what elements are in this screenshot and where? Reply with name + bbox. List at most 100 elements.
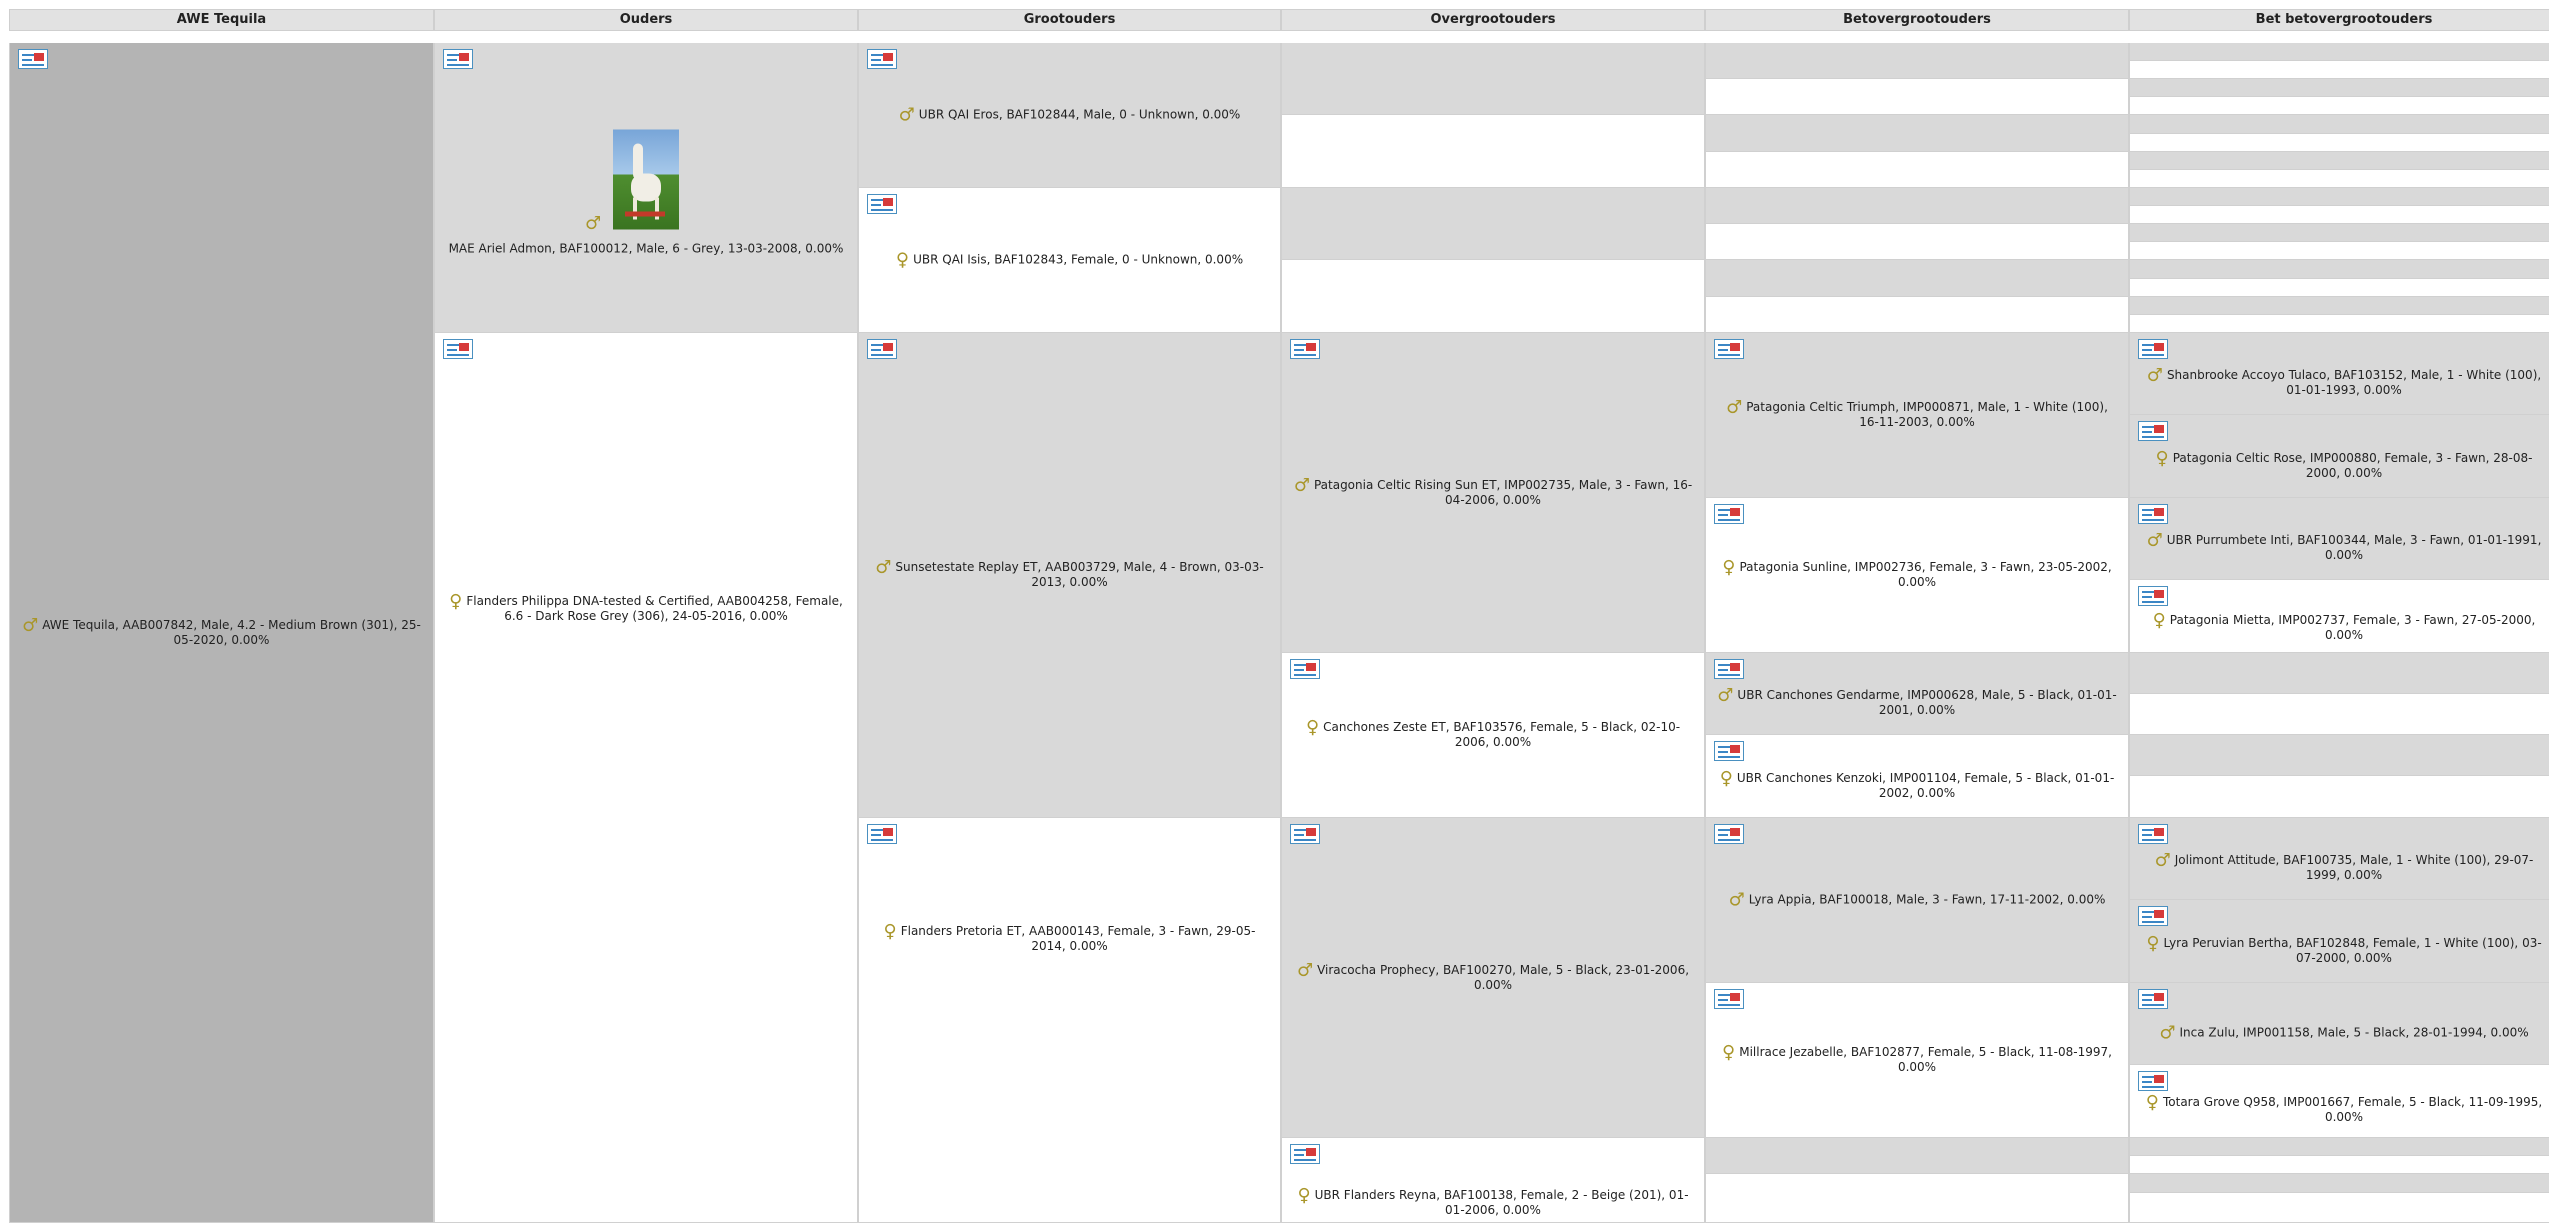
profile-card-icon[interactable] [18,49,48,69]
animal-label[interactable]: ♀ UBR Canchones Kenzoki, IMP001104, Femal… [1716,769,2118,801]
male-icon: ♂ [875,557,892,578]
animal-label[interactable]: ♂ Lyra Appia, BAF100018, Male, 3 - Fawn, … [1716,891,2118,909]
profile-card-icon[interactable] [1714,504,1744,524]
male-icon: ♂ [1296,959,1314,981]
animal-label[interactable]: MAE Ariel Admon, BAF100012, Male, 6 - Gr… [445,129,847,257]
pedigree-cell-ggp5: ♂ Patagonia Celtic Rising Sun ET, IMP0027… [1281,333,1705,653]
animal-label[interactable]: ♀ Canchones Zeste ET, BAF103576, Female, … [1292,717,1694,750]
animal-label[interactable]: ♂ Sunsetestate Replay ET, AAB003729, Male… [869,557,1270,590]
pedigree-cell-empty [2129,188,2549,206]
pedigree-cell-empty [2129,735,2549,776]
pedigree-cell-gggp10: ♀ Patagonia Sunline, IMP002736, Female, 3… [1705,498,2129,653]
female-icon: ♀ [1305,717,1320,738]
profile-card-icon[interactable] [867,49,897,69]
pedigree-cell-empty [2129,260,2549,279]
column-header-ggg-grandparents: Bet betovergrootouders [2129,9,2549,31]
profile-card-icon[interactable] [2138,339,2168,359]
animal-label[interactable]: ♂ UBR Canchones Gendarme, IMP000628, Male… [1716,685,2118,718]
animal-label[interactable]: ♀ Patagonia Mietta, IMP002737, Female, 3 … [2140,609,2548,643]
profile-card-icon[interactable] [1290,824,1320,844]
profile-card-icon[interactable] [1714,824,1744,844]
pedigree-cell-empty [1281,188,1705,260]
animal-label[interactable]: ♀ Lyra Peruvian Bertha, BAF102848, Female… [2140,932,2548,966]
pedigree-cell-gp1: ♂ UBR QAI Eros, BAF102844, Male, 0 - Unkn… [858,43,1281,188]
female-icon: ♀ [1722,557,1736,578]
animal-label[interactable]: ♂ AWE Tequila, AAB007842, Male, 4.2 - Med… [20,616,423,648]
female-icon: ♀ [2152,609,2166,631]
pedigree-cell-gp3: ♂ Sunsetestate Replay ET, AAB003729, Male… [858,333,1281,818]
column-header-self: AWE Tequila [9,9,434,31]
profile-card-icon[interactable] [2138,1071,2168,1091]
column-header-parents: Ouders [434,9,858,31]
alpaca-photo[interactable] [613,129,679,230]
pedigree-cell-empty [1281,43,1705,115]
profile-card-icon[interactable] [2138,906,2168,926]
pedigree-cell-empty [2129,1138,2549,1156]
male-icon: ♂ [2146,365,2163,387]
pedigree-cell-self: ♂ AWE Tequila, AAB007842, Male, 4.2 - Med… [9,43,434,1223]
pedigree-cell-empty [2129,79,2549,97]
pedigree-cell-g5-7: ♂ Inca Zulu, IMP001158, Male, 5 - Black, … [2129,983,2549,1065]
animal-label[interactable]: ♂ Patagonia Celtic Triumph, IMP000871, Ma… [1716,397,2118,430]
profile-card-icon[interactable] [867,194,897,214]
animal-label[interactable]: ♀ Patagonia Sunline, IMP002736, Female, 3… [1716,557,2118,590]
animal-label[interactable]: ♀ Flanders Philippa DNA-tested & Certifie… [445,590,847,624]
pedigree-cell-ggp8: ♀ UBR Flanders Reyna, BAF100138, Female, … [1281,1138,1705,1223]
animal-label[interactable]: ♂ Inca Zulu, IMP001158, Male, 5 - Black, … [2140,1024,2548,1042]
female-icon: ♀ [883,921,897,943]
animal-label[interactable]: ♀ UBR Flanders Reyna, BAF100138, Female, … [1292,1185,1694,1218]
animal-label[interactable]: ♂ UBR Purrumbete Inti, BAF100344, Male, 3… [2140,532,2548,563]
male-icon: ♂ [1717,685,1734,707]
pedigree-cell-empty [2129,224,2549,242]
profile-card-icon[interactable] [1290,659,1320,679]
profile-card-icon[interactable] [2138,824,2168,844]
profile-card-icon[interactable] [1290,1144,1320,1164]
profile-card-icon[interactable] [1714,339,1744,359]
pedigree-cell-g5-3: ♂ UBR Purrumbete Inti, BAF100344, Male, 3… [2129,498,2549,580]
pedigree-cell-empty [1705,115,2129,152]
animal-label[interactable]: ♀ UBR QAI Isis, BAF102843, Female, 0 - Un… [869,249,1270,271]
profile-card-icon[interactable] [2138,989,2168,1009]
pedigree-cell-g5-4: ♀ Patagonia Mietta, IMP002737, Female, 3 … [2129,580,2549,653]
profile-card-icon[interactable] [443,49,473,69]
animal-label[interactable]: ♀ Patagonia Celtic Rose, IMP000880, Femal… [2140,449,2548,481]
pedigree-cell-empty [1705,297,2129,333]
profile-card-icon[interactable] [867,339,897,359]
male-icon: ♂ [1726,397,1743,418]
animal-label[interactable]: ♂ UBR QAI Eros, BAF102844, Male, 0 - Unkn… [869,104,1270,126]
female-icon: ♀ [2146,932,2160,954]
profile-card-icon[interactable] [1714,989,1744,1009]
female-icon: ♀ [449,590,463,612]
column-header-great-grandparents: Overgrootouders [1281,9,1705,31]
animal-label[interactable]: ♂ Patagonia Celtic Rising Sun ET, IMP0027… [1292,476,1694,508]
female-icon: ♀ [895,249,910,271]
animal-label[interactable]: ♀ Millrace Jezabelle, BAF102877, Female, … [1716,1044,2118,1075]
profile-card-icon[interactable] [443,339,473,359]
profile-card-icon[interactable] [867,824,897,844]
profile-card-icon[interactable] [1714,659,1744,679]
pedigree-cell-gggp14: ♀ Millrace Jezabelle, BAF102877, Female, … [1705,983,2129,1138]
profile-card-icon[interactable] [1714,741,1744,761]
profile-card-icon[interactable] [2138,504,2168,524]
animal-label[interactable]: ♀ Totara Grove Q958, IMP001667, Female, 5… [2140,1093,2548,1125]
pedigree-cell-empty [1705,260,2129,297]
pedigree-cell-empty [2129,134,2549,152]
pedigree-cell-empty [2129,152,2549,170]
pedigree-cell-gp4: ♀ Flanders Pretoria ET, AAB000143, Female… [858,818,1281,1223]
animal-label[interactable]: ♀ Flanders Pretoria ET, AAB000143, Female… [869,921,1270,954]
column-header-grandparents: Grootouders [858,9,1281,31]
pedigree-cell-empty [1705,224,2129,260]
profile-card-icon[interactable] [1290,339,1320,359]
profile-card-icon[interactable] [2138,586,2168,606]
pedigree-cell-empty [2129,170,2549,188]
profile-card-icon[interactable] [2138,421,2168,441]
pedigree-cell-gggp9: ♂ Patagonia Celtic Triumph, IMP000871, Ma… [1705,333,2129,498]
animal-label[interactable]: ♂ Viracocha Prophecy, BAF100270, Male, 5 … [1292,959,1694,993]
animal-label[interactable]: ♂ Shanbrooke Accoyo Tulaco, BAF103152, Ma… [2140,365,2548,398]
female-icon: ♀ [1297,1185,1311,1206]
animal-label[interactable]: ♂ Jolimont Attitude, BAF100735, Male, 1 -… [2140,852,2548,883]
pedigree-cell-gggp13: ♂ Lyra Appia, BAF100018, Male, 3 - Fawn, … [1705,818,2129,983]
pedigree-cell-empty [2129,43,2549,61]
pedigree-cell-empty [1705,1138,2129,1174]
male-icon: ♂ [898,104,915,126]
